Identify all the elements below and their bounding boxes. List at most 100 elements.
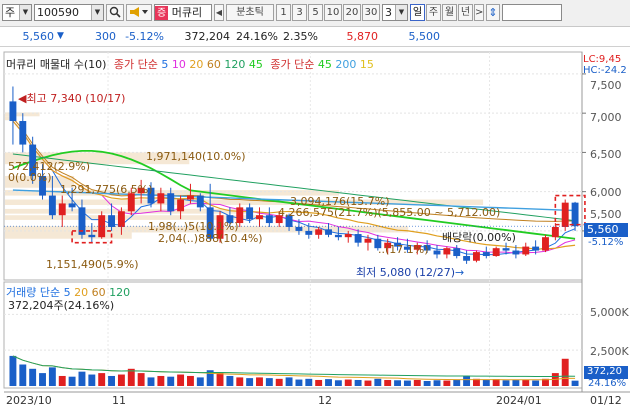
candle-body	[265, 215, 273, 224]
interval-10-button[interactable]: 10	[324, 4, 342, 21]
volume-profile-label: 0(0.0%)	[8, 171, 52, 184]
candle-body	[108, 215, 116, 227]
volume-bar	[48, 367, 56, 386]
market-select[interactable]: 주 ▼	[2, 4, 32, 21]
candle-body	[561, 202, 569, 227]
volume-bar	[423, 380, 431, 386]
current-price-tag: 5,560	[584, 223, 628, 237]
search-button[interactable]	[106, 4, 124, 21]
period-day-button[interactable]: 일	[410, 4, 425, 21]
interval-30-button[interactable]: 30	[362, 4, 380, 21]
volume-bar	[295, 379, 303, 386]
candle-body	[256, 215, 263, 220]
current-price: 5,560	[22, 30, 55, 43]
candle-body	[344, 234, 352, 238]
candle-body	[571, 202, 579, 227]
candle-body	[295, 226, 303, 231]
low-annotation: 최저 5,080 (12/27)→	[356, 264, 464, 280]
time-axis-label: 01/12	[590, 394, 622, 407]
stock-code-input[interactable]: 100590 ▼	[34, 4, 104, 21]
volume-bar	[167, 376, 175, 386]
volume-axis-label: 5,000K	[590, 306, 629, 319]
volume-bar	[512, 379, 520, 386]
volume-bar	[325, 379, 332, 386]
ratio-value: 2.35%	[283, 30, 318, 43]
volume-bar	[88, 374, 96, 386]
candle-body	[364, 238, 372, 243]
sound-button[interactable]	[126, 4, 152, 21]
price-axis-label: 7,500	[590, 79, 622, 92]
volume-bar	[344, 379, 352, 386]
quote-bar: 5,560 ▼ 300 -5.12% 372,204 24.16% 2.35% …	[0, 28, 630, 47]
interval-custom-input[interactable]: 3 ▼	[382, 4, 408, 21]
volume-bar	[256, 377, 263, 386]
chevron-down-icon: ▼	[91, 5, 103, 20]
down-triangle-icon: ▼	[57, 31, 64, 41]
volume-bar	[433, 380, 441, 386]
stock-name-field[interactable]: 증 머큐리	[154, 4, 212, 21]
volume-bar	[186, 375, 194, 386]
volume-bar	[108, 375, 116, 386]
chevron-down-icon: ▼	[19, 5, 31, 20]
stock-chart[interactable]: 머큐리 매물대 수(10) 종가 단순 5 10 20 60 120 45 종가…	[0, 48, 630, 412]
chevron-down-icon: ▼	[395, 5, 407, 20]
volume-profile-label: 2,04(..)888(10.4%)	[158, 232, 263, 245]
legend-ma20: 20	[189, 58, 204, 71]
next-period-button[interactable]: >	[474, 4, 484, 21]
search-icon	[109, 6, 121, 18]
dividend-annotation: 배당락(0.00%)	[442, 231, 516, 244]
volume-bar	[571, 380, 579, 386]
candle-body	[325, 229, 332, 235]
period-year-button[interactable]: 년	[458, 4, 473, 21]
candle-body	[354, 234, 362, 243]
legend-ma-group1-label: 종가 단순	[113, 58, 158, 71]
volume-bar	[9, 355, 17, 386]
volume-bar	[561, 358, 569, 386]
volume-bar	[315, 379, 323, 386]
volume-bar	[532, 380, 540, 386]
chart-toolbar: 주 ▼ 100590 ▼ 증 머큐리 ◀ 분초틱 1 3 5 10 20 30 …	[0, 0, 630, 27]
candle-body	[542, 237, 549, 251]
extra-input[interactable]	[502, 4, 562, 21]
legend-ma45a: 45	[248, 58, 263, 71]
candle-body	[482, 252, 490, 257]
prev-stock-button[interactable]: ◀	[214, 4, 224, 21]
candle-body	[68, 203, 76, 208]
candle-body	[512, 250, 520, 255]
price-axis-label: 7,000	[590, 111, 622, 124]
interval-3-button[interactable]: 3	[292, 4, 307, 21]
candle-body	[246, 207, 254, 220]
price-axis-label: 6,500	[590, 148, 622, 161]
scroll-updown-button[interactable]: ⇕	[486, 4, 500, 21]
time-axis-label: 2024/01	[496, 394, 542, 407]
period-week-button[interactable]: 주	[426, 4, 441, 21]
legend-ma15: 15	[359, 58, 374, 71]
volume-bar	[29, 368, 37, 386]
volume-bar	[177, 374, 185, 386]
candle-body	[502, 248, 510, 251]
candle-body	[551, 226, 559, 238]
legend-ma200: 200	[335, 58, 357, 71]
candle-body	[443, 248, 451, 255]
volume-profile-label: 1,971,140(10.0%)	[146, 150, 246, 163]
volume-bar	[364, 380, 372, 386]
volume-current-label: 372,204주(24.16%)	[8, 299, 115, 312]
time-axis-label: 12	[318, 394, 332, 407]
interval-type-button[interactable]: 분초틱	[226, 4, 274, 21]
interval-5-button[interactable]: 5	[308, 4, 323, 21]
price-change-pct: -5.12%	[125, 30, 164, 43]
volume-bar	[413, 379, 421, 386]
candle-body	[305, 230, 313, 235]
volume-bar	[39, 373, 46, 386]
time-axis-label: 2023/10	[6, 394, 52, 407]
chevron-right-icon: >	[475, 7, 484, 18]
candle-body	[522, 246, 530, 255]
interval-1-button[interactable]: 1	[276, 4, 291, 21]
period-month-button[interactable]: 월	[442, 4, 457, 21]
high-annotation-text: 최고 7,340 (10/17)	[26, 92, 126, 105]
volume-bar	[502, 380, 510, 386]
high-annotation: ◀최고 7,340 (10/17)	[18, 90, 125, 106]
interval-20-button[interactable]: 20	[343, 4, 361, 21]
volume-bar	[403, 380, 411, 386]
arrow-right-icon: →	[455, 266, 465, 279]
